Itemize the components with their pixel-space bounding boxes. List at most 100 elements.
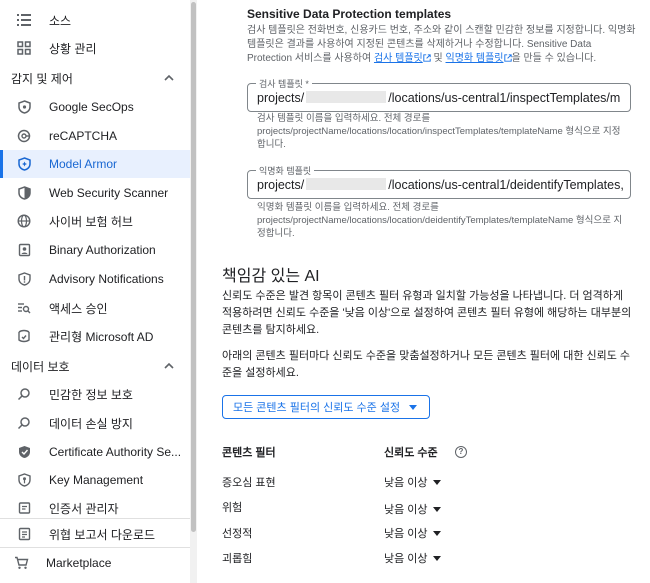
sidebar-item-label: Advisory Notifications xyxy=(49,272,164,286)
sidebar-item-label: 상황 관리 xyxy=(49,41,97,56)
sidebar-item-label: 소스 xyxy=(49,13,72,28)
report-icon xyxy=(16,526,32,542)
sidebar-item-marketplace[interactable]: Marketplace xyxy=(0,549,190,577)
model-armor-icon xyxy=(16,156,32,172)
field-suffix: /locations/us-central1/inspectTemplates/… xyxy=(388,91,621,105)
sidebar-item-google-secops[interactable]: Google SecOps xyxy=(0,93,190,121)
section-detect-control[interactable]: 감지 및 제어 xyxy=(11,66,186,90)
section-data-protection[interactable]: 데이터 보호 xyxy=(11,354,186,378)
recaptcha-icon xyxy=(16,128,32,144)
templates-description: 검사 템플릿은 전화번호, 신용카드 번호, 주소와 같이 스캔할 민감한 정보… xyxy=(247,24,637,66)
badge-icon xyxy=(16,242,32,258)
sidebar-item-sources[interactable]: 소스 xyxy=(0,6,190,34)
sidebar-item-model-armor[interactable]: Model Armor xyxy=(0,150,190,178)
select-value: 낮음 이상 xyxy=(384,528,428,540)
certificate-icon xyxy=(16,444,32,460)
list-icon xyxy=(16,12,32,28)
cert-manager-icon xyxy=(16,500,32,516)
sidebar-item-label: Certificate Authority Se... xyxy=(49,445,182,459)
responsible-ai-heading: 책임감 있는 AI xyxy=(222,268,320,285)
sidebar-item-label: Web Security Scanner xyxy=(49,186,169,200)
sidebar-item-label: 위협 보고서 다운로드 xyxy=(49,527,156,542)
sidebar-item-key-management[interactable]: Key Management xyxy=(0,466,190,494)
divider xyxy=(0,547,190,548)
sidebar: 소스 상황 관리 감지 및 제어 Google SecOps reCAPTCHA… xyxy=(0,0,197,583)
sidebar-item-label: Marketplace xyxy=(46,556,112,570)
sidebar-item-incident[interactable]: 상황 관리 xyxy=(0,34,190,62)
caret-down-icon xyxy=(432,506,441,512)
chevron-up-icon xyxy=(164,360,174,374)
inspect-template-hint: 검사 템플릿 이름을 입력하세요. 전체 경로를 projects/projec… xyxy=(257,113,621,150)
field-prefix: projects/ xyxy=(257,178,305,192)
sidebar-item-threat-report[interactable]: 위협 보고서 다운로드 xyxy=(0,520,190,548)
confidence-select[interactable]: 낮음 이상 xyxy=(384,525,441,541)
sidebar-item-binary-authorization[interactable]: Binary Authorization xyxy=(0,236,190,264)
confidence-select[interactable]: 낮음 이상 xyxy=(384,474,441,490)
deidentify-template-link[interactable]: 익명화 템플릿 xyxy=(446,53,504,64)
help-icon[interactable]: ? xyxy=(455,446,467,458)
sidebar-scrollbar-thumb[interactable] xyxy=(191,2,196,532)
deidentify-template-label: 익명화 템플릿 xyxy=(256,164,315,177)
select-value: 낮음 이상 xyxy=(384,504,428,516)
search-list-icon xyxy=(16,300,32,316)
cart-icon xyxy=(13,555,29,571)
col-header-level: 신뢰도 수준 xyxy=(384,447,438,459)
filter-name: 위험 xyxy=(222,502,243,514)
shield-info-icon xyxy=(16,271,32,287)
sidebar-item-access-approval[interactable]: 액세스 승인 xyxy=(0,294,190,322)
filter-name: 증오심 표현 xyxy=(222,477,276,489)
inspect-template-field[interactable]: 검사 템플릿 * projects/ /locations/us-central1… xyxy=(247,77,631,112)
button-label: 모든 콘텐츠 필터의 신뢰도 수준 설정 xyxy=(233,402,401,414)
globe-icon xyxy=(16,213,32,229)
desc-text: 및 xyxy=(430,53,446,64)
caret-down-icon xyxy=(432,555,441,561)
sidebar-item-label: Key Management xyxy=(49,473,144,487)
inspect-template-value[interactable]: projects/ /locations/us-central1/inspectT… xyxy=(257,91,627,105)
confidence-select[interactable]: 낮음 이상 xyxy=(384,501,441,517)
sidebar-item-label: 민감한 정보 보호 xyxy=(49,387,133,402)
inspect-template-label: 검사 템플릿 * xyxy=(256,77,312,90)
filter-name: 괴롭힘 xyxy=(222,553,253,565)
search-icon xyxy=(16,386,32,402)
search-icon xyxy=(16,415,32,431)
ad-icon xyxy=(16,328,32,344)
section-label: 데이터 보호 xyxy=(11,359,70,374)
deidentify-template-value[interactable]: projects/ /locations/us-central1/deidenti… xyxy=(257,178,627,192)
responsible-ai-paragraph-1: 신뢰도 수준은 발견 항목이 콘텐츠 필터 유형과 일치할 가능성을 나타냅니다… xyxy=(222,290,632,336)
col-header-filter: 콘텐츠 필터 xyxy=(222,447,276,459)
caret-down-icon xyxy=(432,530,441,536)
caret-down-icon xyxy=(409,405,417,410)
set-all-confidence-button[interactable]: 모든 콘텐츠 필터의 신뢰도 수준 설정 xyxy=(222,395,430,419)
sidebar-item-web-security-scanner[interactable]: Web Security Scanner xyxy=(0,179,190,207)
sidebar-item-label: 관리형 Microsoft AD xyxy=(49,329,154,344)
sidebar-item-label: 데이터 손실 방지 xyxy=(49,416,133,431)
caret-down-icon xyxy=(432,479,441,485)
chevron-up-icon xyxy=(164,72,174,86)
external-link-icon xyxy=(423,54,431,62)
sidebar-item-recaptcha[interactable]: reCAPTCHA xyxy=(0,122,190,150)
sidebar-item-sensitive-data-protection[interactable]: 민감한 정보 보호 xyxy=(0,380,190,408)
deidentify-template-hint: 익명화 템플릿 이름을 입력하세요. 전체 경로를 projects/proje… xyxy=(257,202,623,239)
select-value: 낮음 이상 xyxy=(384,477,428,489)
external-link-icon xyxy=(503,54,512,62)
key-shield-icon xyxy=(16,472,32,488)
deidentify-template-field[interactable]: 익명화 템플릿 projects/ /locations/us-central1/… xyxy=(247,164,631,199)
shield-half-icon xyxy=(16,185,32,201)
desc-text: 을 만들 수 있습니다. xyxy=(511,53,597,64)
field-prefix: projects/ xyxy=(257,91,305,105)
sidebar-item-label: 사이버 보험 허브 xyxy=(49,214,133,229)
sidebar-item-certificate-authority[interactable]: Certificate Authority Se... xyxy=(0,438,190,466)
section-label: 감지 및 제어 xyxy=(11,71,73,86)
responsible-ai-paragraph-2: 아래의 콘텐츠 필터마다 신뢰도 수준을 맞춤설정하거나 모든 콘텐츠 필터에 … xyxy=(222,350,631,379)
sidebar-item-managed-ad[interactable]: 관리형 Microsoft AD xyxy=(0,322,190,350)
sidebar-item-dlp[interactable]: 데이터 손실 방지 xyxy=(0,409,190,437)
sidebar-item-label: 액세스 승인 xyxy=(49,301,108,316)
grid-icon xyxy=(16,40,32,56)
sidebar-item-advisory-notifications[interactable]: Advisory Notifications xyxy=(0,265,190,293)
select-value: 낮음 이상 xyxy=(384,553,428,565)
redacted-project xyxy=(306,178,387,190)
confidence-select[interactable]: 낮음 이상 xyxy=(384,550,441,566)
field-suffix: /locations/us-central1/deidentifyTemplat… xyxy=(388,178,624,192)
inspect-template-link[interactable]: 검사 템플릿 xyxy=(374,53,423,64)
sidebar-item-cyber-insurance[interactable]: 사이버 보험 허브 xyxy=(0,207,190,235)
